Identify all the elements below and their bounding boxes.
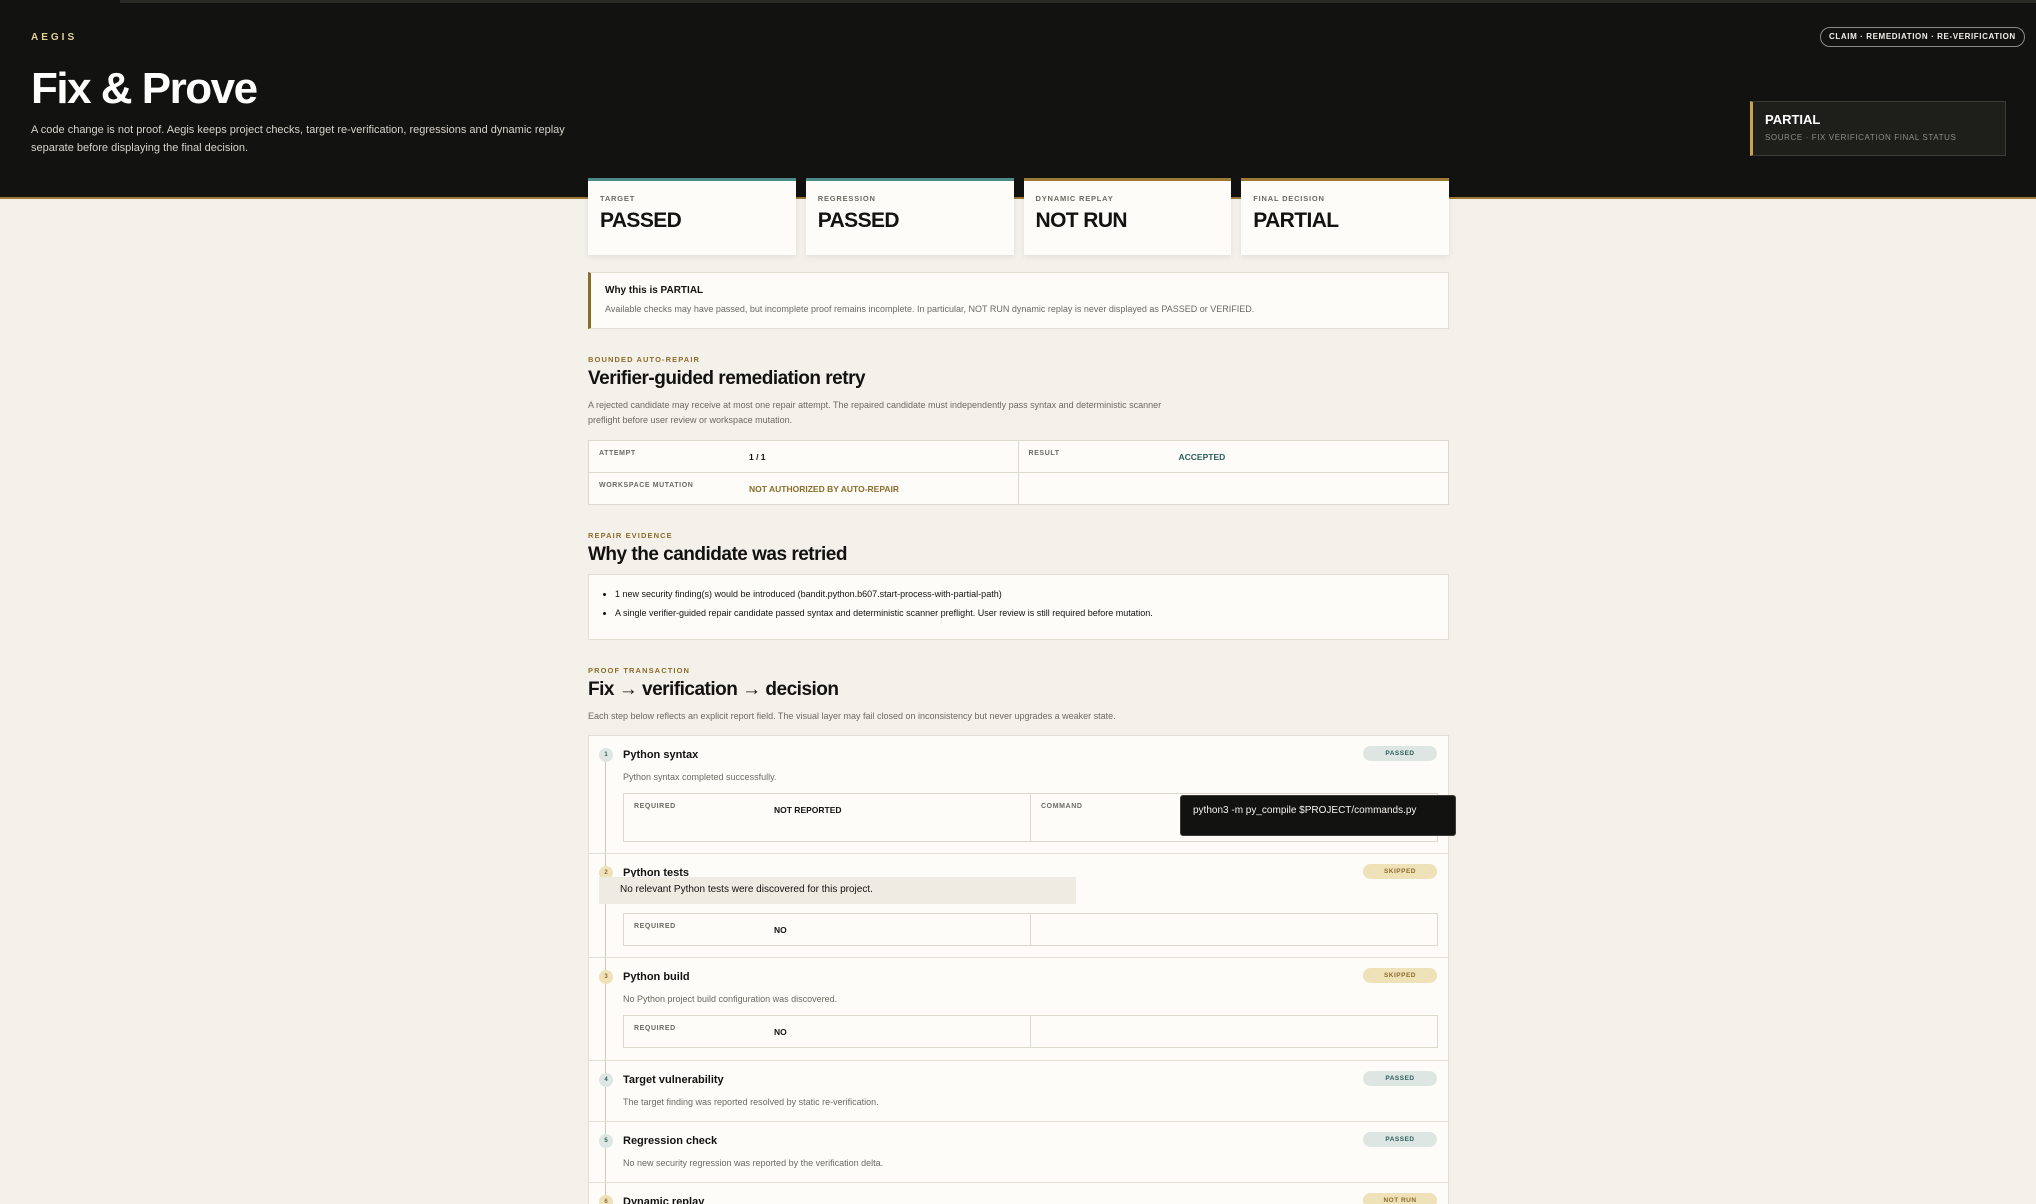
- summary-card-value: PASSED: [600, 209, 682, 232]
- summary-card-final-decision: FINAL DECISION PARTIAL: [1241, 178, 1449, 255]
- step-name: Regression check: [623, 1135, 718, 1147]
- final-status-source: SOURCE · FIX VERIFICATION FINAL STATUS: [1765, 133, 1957, 142]
- evidence-item: 1 new security finding(s) would be intro…: [615, 585, 1434, 604]
- step-details: REQUIRED NO: [623, 1015, 1438, 1048]
- step-note: The target finding was reported resolved…: [623, 1097, 879, 1107]
- step-python-build[interactable]: 3 Python build SKIPPED No Python project…: [589, 958, 1448, 1061]
- step-number: 6: [599, 1195, 613, 1204]
- claim-pill: CLAIM · REMEDIATION · RE-VERIFICATION: [1820, 27, 2025, 47]
- required-value: NOT REPORTED: [774, 805, 842, 815]
- workspace-mutation-value: NOT AUTHORIZED BY AUTO-REPAIR: [749, 483, 900, 494]
- attempt-label: ATTEMPT: [599, 450, 636, 457]
- summary-card-label: TARGET: [600, 194, 636, 203]
- workspace-mutation-cell: WORKSPACE MUTATION NOT AUTHORIZED BY AUT…: [589, 472, 1019, 504]
- why-partial-callout: Why this is PARTIAL Available checks may…: [588, 272, 1449, 329]
- status-badge: PASSED: [1363, 1071, 1437, 1086]
- status-badge: SKIPPED: [1363, 864, 1437, 879]
- required-field: REQUIRED NOT REPORTED: [624, 794, 1031, 841]
- command-label: COMMAND: [1041, 803, 1083, 810]
- result-cell: RESULT ACCEPTED: [1018, 441, 1448, 473]
- empty-field: [1031, 1016, 1437, 1047]
- why-text: Available checks may have passed, but in…: [605, 304, 1255, 314]
- top-progress-line: [0, 0, 2036, 3]
- required-value: NO: [774, 1027, 787, 1037]
- summary-card-value: PASSED: [817, 209, 900, 232]
- step-number: 3: [599, 970, 613, 984]
- step-note: Python syntax completed successfully.: [623, 772, 777, 782]
- page-title: Fix & Prove: [31, 64, 258, 113]
- workspace-mutation-label: WORKSPACE MUTATION: [599, 481, 694, 489]
- step-note-tooltip: No relevant Python tests were discovered…: [599, 877, 1076, 904]
- summary-card-value: PARTIAL: [1253, 209, 1339, 232]
- empty-cell: [1019, 473, 1449, 505]
- step-name: Dynamic replay: [623, 1196, 705, 1204]
- proof-title: Fix → verification → decision: [588, 679, 839, 700]
- proof-description: Each step below reflects an explicit rep…: [588, 711, 1116, 721]
- status-badge: SKIPPED: [1363, 968, 1437, 983]
- step-name: Python syntax: [623, 749, 699, 761]
- repair-eyebrow: BOUNDED AUTO-REPAIR: [588, 355, 701, 364]
- final-status-card: PARTIAL SOURCE · FIX VERIFICATION FINAL …: [1750, 101, 2006, 156]
- repair-title: Verifier-guided remediation retry: [588, 368, 866, 389]
- summary-card-value: NOT RUN: [1035, 209, 1128, 232]
- step-name: Python build: [623, 971, 690, 983]
- result-value: ACCEPTED: [1178, 452, 1226, 462]
- step-name: Target vulnerability: [623, 1074, 724, 1086]
- attempt-cell: ATTEMPT 1 / 1: [589, 441, 1019, 473]
- evidence-list: 1 new security finding(s) would be intro…: [588, 574, 1449, 640]
- required-label: REQUIRED: [634, 1025, 676, 1032]
- step-details: REQUIRED NO: [623, 913, 1438, 946]
- step-dynamic-replay[interactable]: 6 Dynamic replay NOT RUN: [589, 1183, 1448, 1204]
- status-badge: NOT RUN: [1363, 1193, 1437, 1204]
- why-heading: Why this is PARTIAL: [605, 285, 704, 296]
- summary-card-label: DYNAMIC REPLAY: [1035, 194, 1114, 203]
- required-label: REQUIRED: [634, 803, 676, 810]
- required-field: REQUIRED NO: [624, 1016, 1031, 1047]
- result-label: RESULT: [1028, 450, 1060, 457]
- summary-card-label: REGRESSION: [817, 194, 876, 203]
- step-note: No Python project build configuration wa…: [623, 994, 838, 1004]
- repair-description: A rejected candidate may receive at most…: [588, 400, 1162, 425]
- brand-label: AEGIS: [31, 32, 78, 43]
- final-status-value: PARTIAL: [1765, 112, 1821, 127]
- evidence-title: Why the candidate was retried: [588, 544, 847, 565]
- step-python-tests[interactable]: 2 Python tests SKIPPED REQUIRED NO: [589, 854, 1448, 958]
- empty-field: [1031, 914, 1437, 945]
- step-number: 4: [599, 1073, 613, 1087]
- command-tooltip: python3 -m py_compile $PROJECT/commands.…: [1180, 795, 1456, 836]
- summary-card-label: FINAL DECISION: [1253, 194, 1325, 203]
- step-target-vulnerability[interactable]: 4 Target vulnerability PASSED The target…: [589, 1061, 1448, 1122]
- required-field: REQUIRED NO: [624, 914, 1031, 945]
- evidence-eyebrow: REPAIR EVIDENCE: [588, 531, 673, 540]
- summary-card-target: TARGET PASSED: [588, 178, 796, 255]
- evidence-item: A single verifier-guided repair candidat…: [615, 604, 1434, 623]
- step-regression-check[interactable]: 5 Regression check PASSED No new securit…: [589, 1122, 1448, 1183]
- step-number: 5: [599, 1134, 613, 1148]
- status-badge: PASSED: [1363, 746, 1437, 761]
- hero-header: AEGIS Fix & Prove A code change is not p…: [0, 0, 2036, 199]
- proof-eyebrow: PROOF TRANSACTION: [588, 666, 691, 675]
- required-label: REQUIRED: [634, 923, 676, 930]
- summary-cards: TARGET PASSED REGRESSION PASSED DYNAMIC …: [588, 178, 1449, 255]
- status-badge: PASSED: [1363, 1132, 1437, 1147]
- required-value: NO: [774, 925, 787, 935]
- step-note: No new security regression was reported …: [623, 1158, 884, 1168]
- page-subtitle: A code change is not proof. Aegis keeps …: [31, 124, 565, 154]
- repair-attempt-grid: ATTEMPT 1 / 1 RESULT ACCEPTED WORKSPACE …: [588, 440, 1449, 505]
- attempt-value: 1 / 1: [749, 452, 766, 462]
- summary-card-regression: REGRESSION PASSED: [805, 178, 1014, 255]
- summary-card-dynamic-replay: DYNAMIC REPLAY NOT RUN: [1023, 178, 1232, 255]
- step-number: 1: [599, 748, 613, 762]
